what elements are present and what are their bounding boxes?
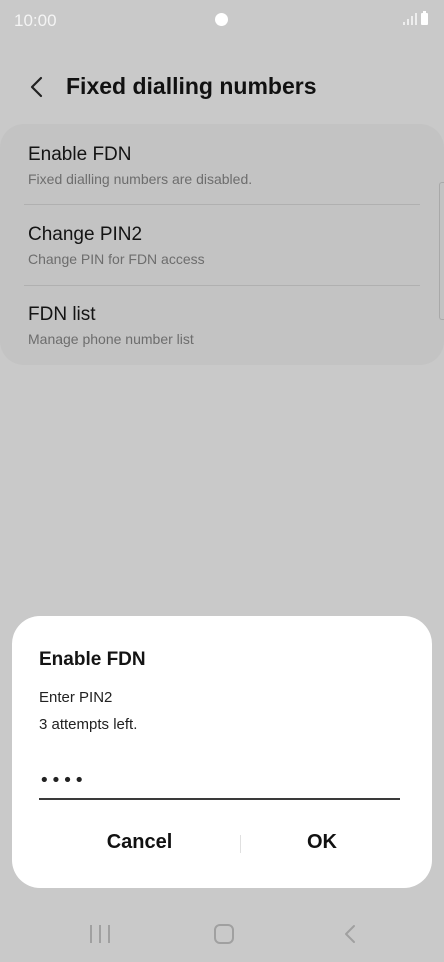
nav-back-button[interactable] (340, 923, 360, 945)
setting-subtitle: Fixed dialling numbers are disabled. (28, 171, 253, 187)
settings-card: Enable FDN Fixed dialling numbers are di… (0, 124, 444, 365)
status-bar: 10:00 (0, 0, 444, 40)
setting-subtitle: Manage phone number list (28, 331, 194, 347)
setting-title: FDN list (28, 304, 96, 325)
setting-change-pin2[interactable]: Change PIN2 Change PIN for FDN access (0, 205, 444, 285)
dialog-title: Enable FDN (39, 649, 146, 670)
enable-fdn-dialog: Enable FDN Enter PIN2 3 attempts left. C… (12, 616, 432, 888)
chevron-left-icon (30, 76, 43, 98)
setting-fdn-list[interactable]: FDN list Manage phone number list (0, 286, 444, 366)
setting-title: Change PIN2 (28, 224, 143, 245)
battery-icon (421, 11, 428, 25)
signal-icon (403, 13, 417, 25)
dialog-message: Enter PIN2 (39, 689, 113, 706)
status-time: 10:00 (14, 11, 57, 30)
home-button[interactable] (214, 924, 234, 944)
app-header: Fixed dialling numbers (0, 60, 444, 116)
recents-button[interactable] (90, 925, 110, 943)
system-icons (403, 11, 428, 25)
ok-button[interactable]: OK (212, 822, 432, 862)
chevron-left-icon (345, 925, 355, 943)
setting-title: Enable FDN (28, 144, 132, 165)
scrollbar[interactable] (439, 182, 444, 320)
pin2-input[interactable] (39, 762, 400, 800)
setting-enable-fdn[interactable]: Enable FDN Fixed dialling numbers are di… (0, 124, 444, 204)
navigation-bar (0, 905, 444, 962)
setting-subtitle: Change PIN for FDN access (28, 251, 205, 267)
back-button[interactable] (22, 72, 52, 102)
camera-cutout (215, 13, 228, 26)
page-title: Fixed dialling numbers (66, 73, 317, 99)
attempts-left-text: 3 attempts left. (39, 716, 138, 733)
